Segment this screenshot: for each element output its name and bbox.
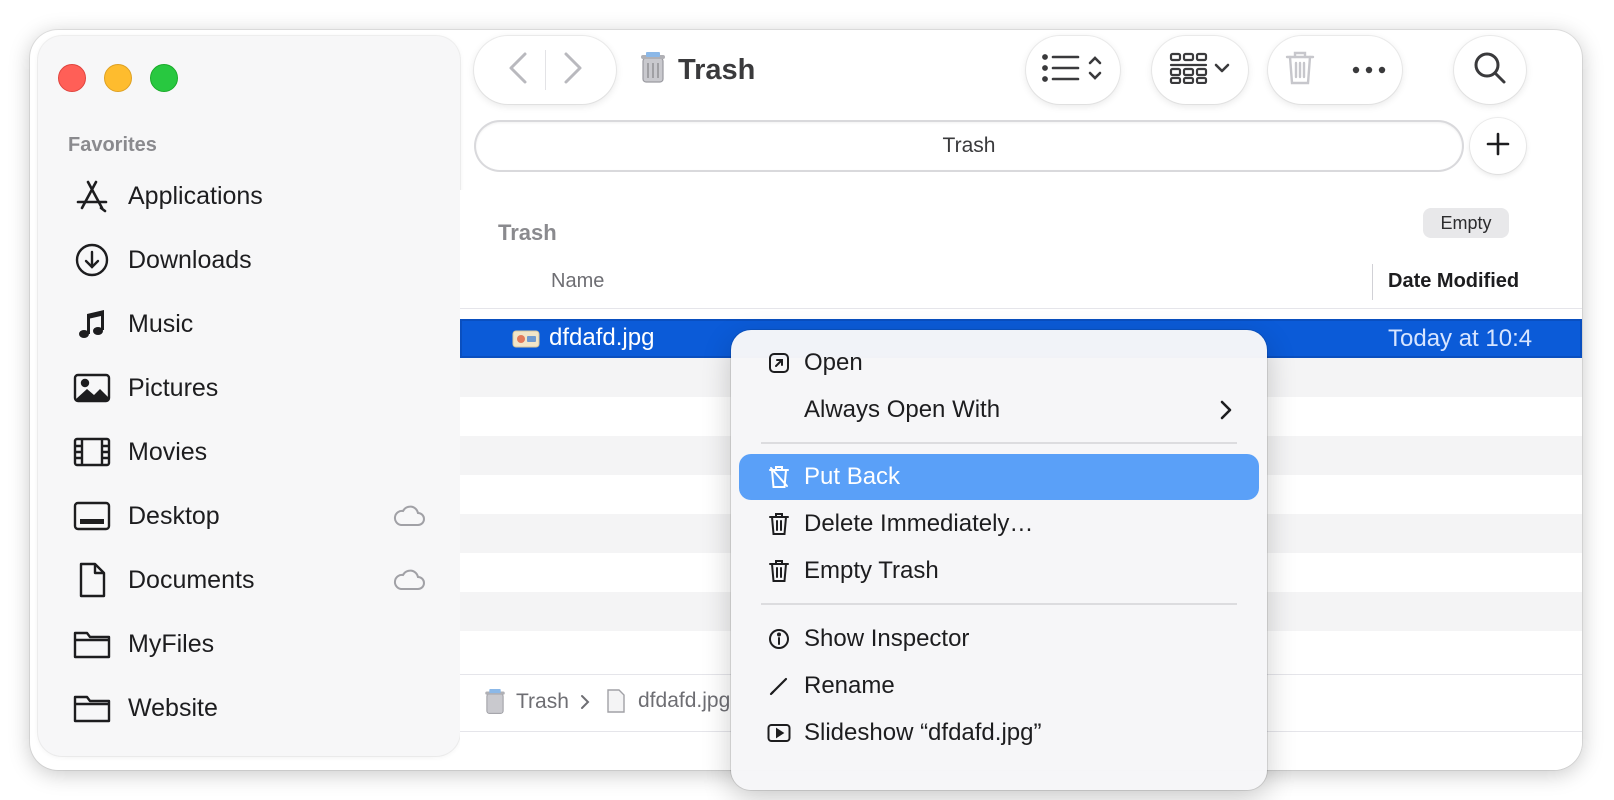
file-date-modified: Today at 10:4 bbox=[1388, 325, 1533, 352]
trash-bin-icon bbox=[640, 52, 666, 89]
sidebar: Favorites Applications Downloads Music P… bbox=[38, 36, 460, 756]
more-actions-button[interactable] bbox=[1352, 61, 1386, 79]
list-view-icon bbox=[1042, 53, 1104, 88]
applications-icon bbox=[72, 176, 112, 216]
menu-item-always-open-with[interactable]: Always Open With bbox=[739, 387, 1259, 433]
back-button[interactable] bbox=[507, 51, 529, 90]
empty-trash-button[interactable]: Empty bbox=[1423, 208, 1509, 238]
view-mode-button[interactable] bbox=[1026, 36, 1120, 104]
sidebar-item-label: Desktop bbox=[128, 501, 220, 530]
sidebar-item-movies[interactable]: Movies bbox=[38, 420, 460, 484]
sidebar-list: Applications Downloads Music Pictures Mo… bbox=[38, 164, 460, 740]
chevron-right-icon bbox=[564, 52, 581, 83]
menu-item-empty-trash[interactable]: Empty Trash bbox=[739, 548, 1259, 594]
desktop-icon bbox=[72, 496, 112, 536]
toolbar-actions bbox=[1268, 36, 1402, 104]
group-by-button[interactable] bbox=[1152, 36, 1248, 104]
new-tab-button[interactable] bbox=[1470, 118, 1526, 174]
grid-group-icon bbox=[1169, 52, 1231, 89]
delete-button[interactable] bbox=[1284, 50, 1316, 91]
menu-item-delete-immediately[interactable]: Delete Immediately… bbox=[739, 501, 1259, 547]
ellipsis-icon bbox=[1352, 66, 1386, 74]
context-menu: Open Always Open With Put Back Delete Im… bbox=[731, 330, 1267, 790]
pictures-icon bbox=[72, 368, 112, 408]
sidebar-item-label: Music bbox=[128, 309, 194, 338]
sidebar-item-downloads[interactable]: Downloads bbox=[38, 228, 460, 292]
trash-icon bbox=[767, 512, 791, 536]
folder-icon bbox=[72, 624, 112, 664]
nav-divider bbox=[544, 50, 546, 90]
section-title: Trash bbox=[498, 220, 557, 245]
documents-icon bbox=[72, 560, 112, 600]
menu-item-put-back[interactable]: Put Back bbox=[739, 454, 1259, 500]
trash-icon bbox=[1285, 51, 1315, 84]
trash-icon bbox=[767, 559, 791, 583]
forward-button[interactable] bbox=[562, 51, 584, 90]
sidebar-item-label: Applications bbox=[128, 181, 263, 210]
chevron-left-icon bbox=[509, 52, 526, 83]
sidebar-item-applications[interactable]: Applications bbox=[38, 164, 460, 228]
sidebar-item-music[interactable]: Music bbox=[38, 292, 460, 356]
column-header-name[interactable]: Name bbox=[551, 270, 604, 293]
sidebar-item-pictures[interactable]: Pictures bbox=[38, 356, 460, 420]
column-divider[interactable] bbox=[1372, 264, 1373, 300]
movies-icon bbox=[72, 432, 112, 472]
sidebar-item-label: MyFiles bbox=[128, 629, 215, 658]
pencil-icon bbox=[767, 674, 791, 698]
icloud-icon bbox=[392, 568, 426, 597]
chevron-right-icon bbox=[1219, 399, 1233, 426]
window-title: Trash bbox=[640, 52, 755, 89]
window-title-text: Trash bbox=[678, 54, 756, 86]
zoom-button[interactable] bbox=[150, 64, 178, 92]
sidebar-item-website[interactable]: Website bbox=[38, 676, 460, 740]
downloads-icon bbox=[72, 240, 112, 280]
path-segment-trash[interactable]: Trash bbox=[484, 689, 591, 715]
menu-item-open[interactable]: Open bbox=[739, 340, 1259, 386]
close-button[interactable] bbox=[58, 64, 86, 92]
search-button[interactable] bbox=[1454, 36, 1526, 104]
plus-icon bbox=[1486, 132, 1510, 161]
menu-item-rename[interactable]: Rename bbox=[739, 663, 1259, 709]
info-icon bbox=[767, 627, 791, 651]
image-file-icon bbox=[512, 330, 540, 353]
sidebar-item-label: Pictures bbox=[128, 373, 219, 402]
trash-bin-icon bbox=[485, 689, 505, 714]
navigation-controls bbox=[474, 36, 616, 104]
slideshow-icon bbox=[767, 721, 791, 745]
sidebar-item-label: Documents bbox=[128, 565, 255, 594]
chevron-right-icon bbox=[580, 695, 590, 709]
sidebar-item-documents[interactable]: Documents bbox=[38, 548, 460, 612]
menu-separator bbox=[761, 603, 1237, 605]
file-name: dfdafd.jpg bbox=[549, 324, 655, 351]
path-segment-file[interactable]: dfdafd.jpg bbox=[606, 689, 730, 713]
menu-item-slideshow[interactable]: Slideshow “dfdafd.jpg” bbox=[739, 710, 1259, 756]
sidebar-item-label: Downloads bbox=[128, 245, 252, 274]
search-icon bbox=[1473, 51, 1507, 90]
folder-icon bbox=[72, 688, 112, 728]
tab-label: Trash bbox=[942, 134, 996, 157]
sidebar-item-label: Movies bbox=[128, 437, 208, 466]
menu-separator bbox=[761, 442, 1237, 444]
icloud-icon bbox=[392, 504, 426, 533]
sidebar-item-myfiles[interactable]: MyFiles bbox=[38, 612, 460, 676]
menu-item-show-inspector[interactable]: Show Inspector bbox=[739, 616, 1259, 662]
document-icon bbox=[607, 689, 625, 713]
put-back-icon bbox=[767, 465, 791, 489]
music-icon bbox=[72, 304, 112, 344]
sidebar-section-title: Favorites bbox=[68, 134, 157, 156]
minimize-button[interactable] bbox=[104, 64, 132, 92]
sidebar-item-desktop[interactable]: Desktop bbox=[38, 484, 460, 548]
column-header-date-modified[interactable]: Date Modified bbox=[1388, 270, 1519, 293]
sidebar-item-label: Website bbox=[128, 693, 218, 722]
open-icon bbox=[767, 351, 791, 375]
tab-trash[interactable]: Trash bbox=[476, 122, 1462, 170]
